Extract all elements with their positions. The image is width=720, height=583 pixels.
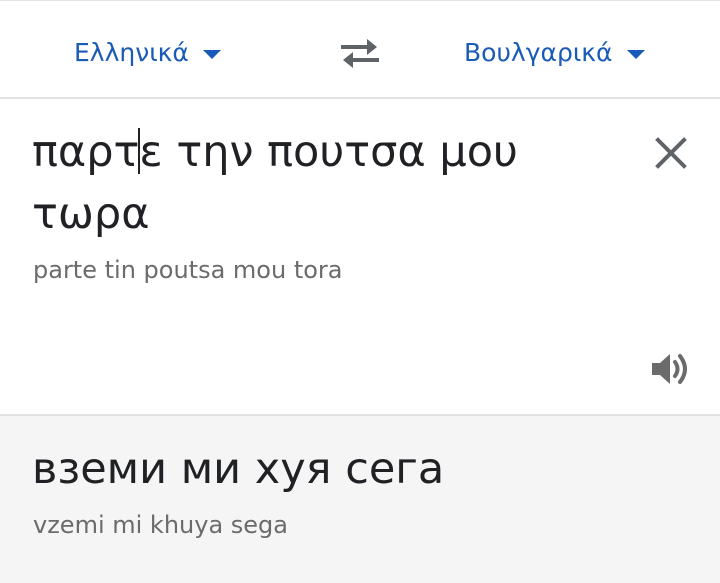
close-icon	[655, 137, 687, 169]
clear-text-button[interactable]	[652, 134, 690, 172]
swap-arrows-icon	[341, 39, 379, 68]
target-language-selector[interactable]: Βουλγαρικά	[464, 32, 645, 72]
source-text-input[interactable]: παρτε την πουτσα μου τωρα	[32, 121, 632, 245]
translation-result-panel: вземи ми хуя сега vzemi mi khuya sega	[0, 416, 720, 583]
source-dropdown-caret-icon	[202, 49, 221, 59]
language-bar: Ελληνικά Βουλγαρικά	[0, 0, 720, 99]
source-transliteration: parte tin poutsa mou tora	[33, 256, 343, 284]
translated-transliteration: vzemi mi khuya sega	[33, 511, 288, 539]
source-language-label: Ελληνικά	[74, 37, 189, 67]
target-dropdown-caret-icon	[626, 49, 645, 59]
source-text-before-cursor: παρτ	[32, 127, 140, 177]
target-language-label: Βουλγαρικά	[464, 37, 613, 67]
speaker-icon	[652, 354, 687, 384]
translate-app: Ελληνικά Βουλγαρικά παρτε την πουτσα μου…	[0, 0, 720, 583]
source-text-panel[interactable]: παρτε την πουτσα μου τωρα parte tin pout…	[0, 99, 720, 415]
source-language-selector[interactable]: Ελληνικά	[74, 32, 221, 72]
translated-text: вземи ми хуя сега	[32, 444, 445, 494]
swap-languages-button[interactable]	[335, 34, 385, 72]
listen-source-button[interactable]	[648, 349, 694, 389]
